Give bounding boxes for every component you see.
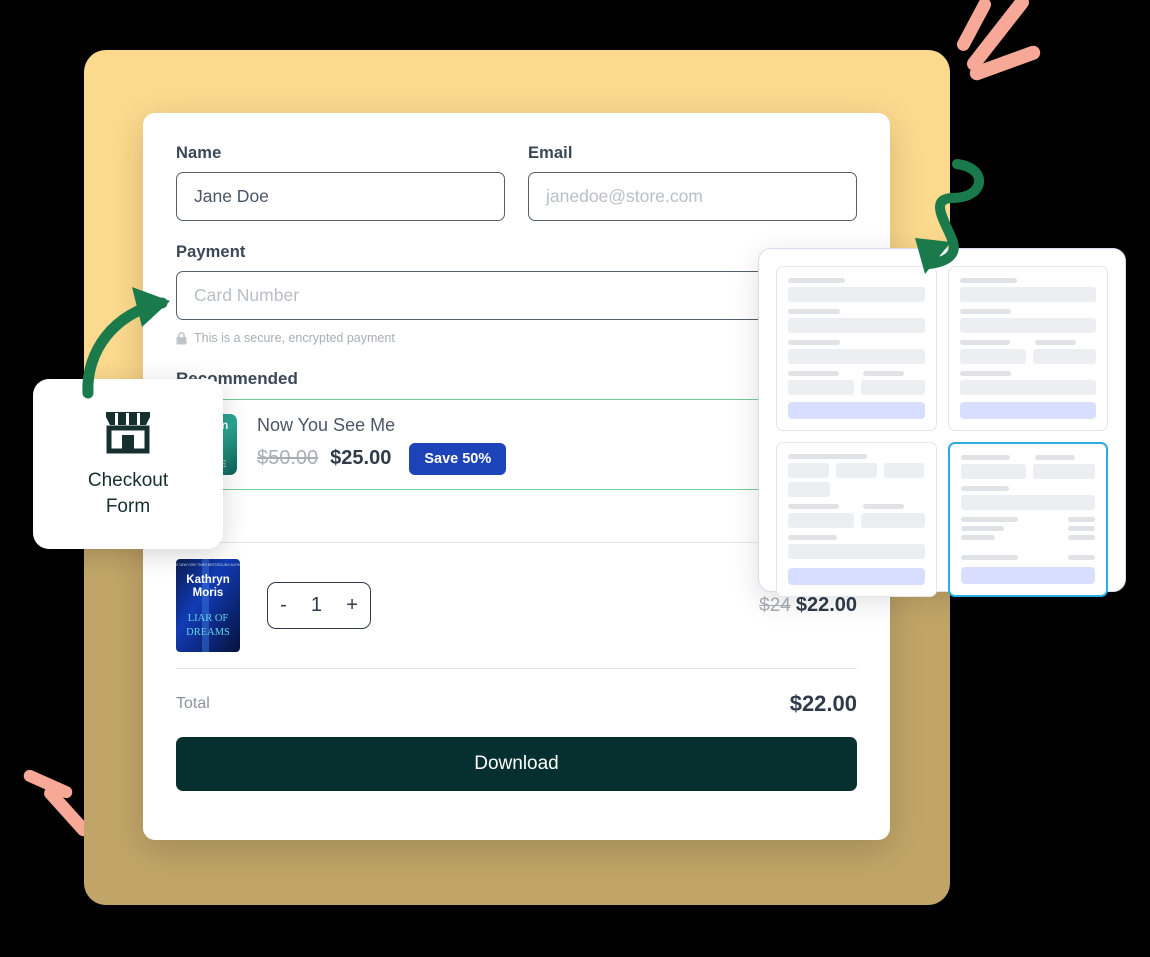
- quantity-decrement-button[interactable]: -: [280, 594, 287, 617]
- svg-text:LIAR OF: LIAR OF: [188, 613, 229, 624]
- recommended-title: Recommended: [176, 369, 298, 388]
- svg-text:Moris: Moris: [193, 587, 224, 599]
- email-input[interactable]: janedoe@store.com: [528, 172, 857, 221]
- quantity-stepper[interactable]: - 1 +: [267, 582, 371, 629]
- name-input-value: Jane Doe: [194, 186, 269, 206]
- cart-item-old-price: $24: [759, 595, 791, 616]
- svg-text:THE NEW YORK TIMES BESTSELLING: THE NEW YORK TIMES BESTSELLING AUTHOR: [176, 563, 240, 567]
- checkout-form-tile[interactable]: Checkout Form: [33, 379, 223, 549]
- cart-item-row: THE NEW YORK TIMES BESTSELLING AUTHOR Ka…: [176, 542, 857, 669]
- tile-label-line2: Form: [105, 496, 151, 517]
- save-badge[interactable]: Save 50%: [409, 442, 507, 475]
- secure-note-text: This is a secure, encrypted payment: [194, 331, 395, 345]
- email-input-placeholder: janedoe@store.com: [546, 186, 703, 206]
- card-number-input[interactable]: Card Number MM/YY: [176, 271, 858, 320]
- items-title: Items: [176, 512, 857, 532]
- secure-payment-note: This is a secure, encrypted payment: [176, 331, 857, 345]
- template-card-3[interactable]: [776, 442, 937, 597]
- template-card-4[interactable]: [947, 442, 1108, 597]
- name-input[interactable]: Jane Doe: [176, 172, 505, 221]
- email-label: Email: [528, 144, 573, 162]
- quantity-increment-button[interactable]: +: [346, 594, 358, 617]
- recommended-new-price: $25.00: [330, 447, 392, 469]
- email-field-group: Email janedoe@store.com: [528, 144, 857, 221]
- svg-text:Kathryn: Kathryn: [186, 574, 229, 586]
- total-row: Total $22.00: [176, 669, 857, 737]
- payment-label: Payment: [176, 243, 246, 261]
- total-value: $22.00: [789, 691, 857, 716]
- cart-item-book-cover: THE NEW YORK TIMES BESTSELLING AUTHOR Ka…: [176, 559, 240, 652]
- cart-item-price: $24 $22.00: [759, 594, 857, 617]
- storefront-icon: [106, 412, 150, 454]
- name-email-row: Name Jane Doe Email janedoe@store.com: [176, 144, 857, 221]
- tile-label-line1: Checkout: [87, 470, 169, 492]
- download-button[interactable]: Download: [176, 737, 857, 791]
- recommended-old-price: $50.00: [257, 447, 319, 469]
- template-card-2[interactable]: [947, 266, 1108, 431]
- total-label: Total: [176, 695, 210, 712]
- svg-text:DREAMS: DREAMS: [186, 627, 230, 638]
- name-field-group: Name Jane Doe: [176, 144, 505, 221]
- card-number-placeholder: Card Number: [194, 285, 300, 305]
- checkout-form-tile-label: Checkout Form: [88, 468, 168, 519]
- lock-icon: [176, 331, 187, 344]
- template-picker-popup: [758, 248, 1126, 597]
- quantity-value: 1: [310, 594, 323, 616]
- cart-item-new-price: $22.00: [795, 594, 857, 616]
- checkout-card-body: Name Jane Doe Email janedoe@store.com Pa…: [176, 144, 858, 791]
- canvas: Name Jane Doe Email janedoe@store.com Pa…: [0, 0, 1150, 957]
- template-card-1[interactable]: [776, 266, 937, 431]
- recommended-product-row[interactable]: Kathryn Moris NOW YOU SEE ME Now You See…: [176, 399, 857, 490]
- name-label: Name: [176, 144, 222, 162]
